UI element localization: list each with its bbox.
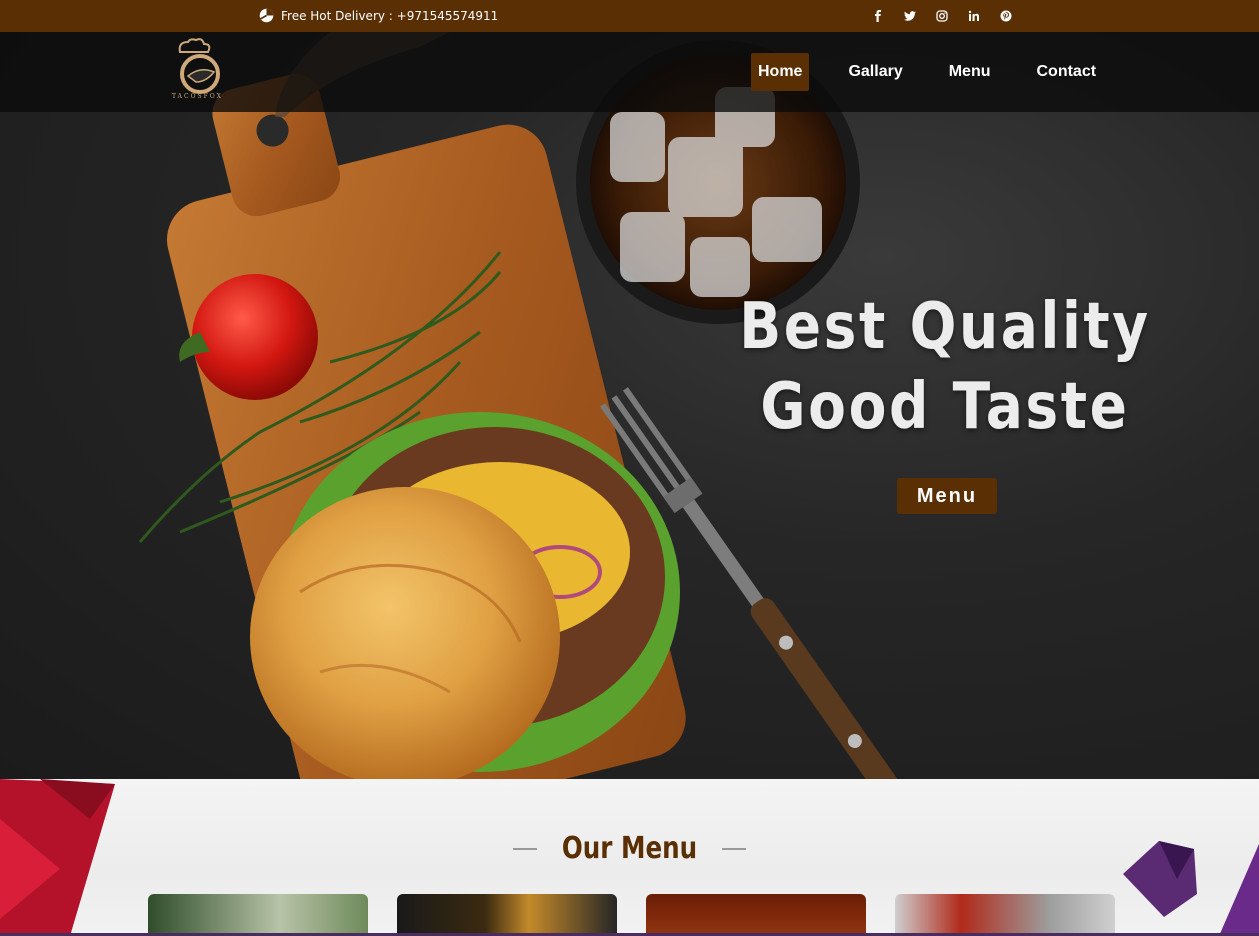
hero-section: TACOSFOX Home Gallary Menu Contact Best … [0, 32, 1259, 779]
pinterest-icon[interactable] [990, 8, 1022, 24]
nav-menu-link[interactable]: Menu [949, 53, 991, 91]
delivery-text: Free Hot Delivery : +971545574911 [281, 8, 499, 23]
menu-section-title: Our Menu [561, 831, 698, 866]
facebook-icon[interactable] [862, 8, 894, 24]
main-navbar: TACOSFOX Home Gallary Menu Contact [0, 32, 1259, 112]
menu-card-3[interactable] [646, 894, 866, 936]
delivery-info: Free Hot Delivery : +971545574911 [258, 7, 498, 24]
linkedin-icon[interactable] [958, 8, 990, 24]
social-links [862, 8, 1022, 24]
hero-menu-button[interactable]: Menu [897, 478, 997, 514]
nav-home[interactable]: Home [751, 53, 810, 91]
top-bar: Free Hot Delivery : +971545574911 [0, 0, 1259, 32]
title-dash-right [722, 847, 746, 850]
menu-card-1[interactable] [148, 894, 368, 936]
hero-headline-line1: Best Quality [739, 290, 1151, 364]
twitter-icon[interactable] [894, 8, 926, 24]
menu-title-wrap: Our Menu [0, 831, 1259, 866]
our-menu-section: Our Menu [0, 779, 1259, 936]
nav-gallary[interactable]: Gallary [848, 53, 902, 91]
menu-card-4[interactable] [895, 894, 1115, 936]
logo-text: TACOSFOX [172, 93, 223, 100]
nav-contact[interactable]: Contact [1037, 53, 1097, 91]
delivery-icon [259, 8, 274, 23]
nav-menu: Home Gallary Menu Contact [751, 53, 1096, 91]
hero-headline-line2: Good Taste [760, 370, 1130, 444]
menu-card-2[interactable] [397, 894, 617, 936]
instagram-icon[interactable] [926, 8, 958, 24]
title-dash-left [512, 847, 537, 850]
